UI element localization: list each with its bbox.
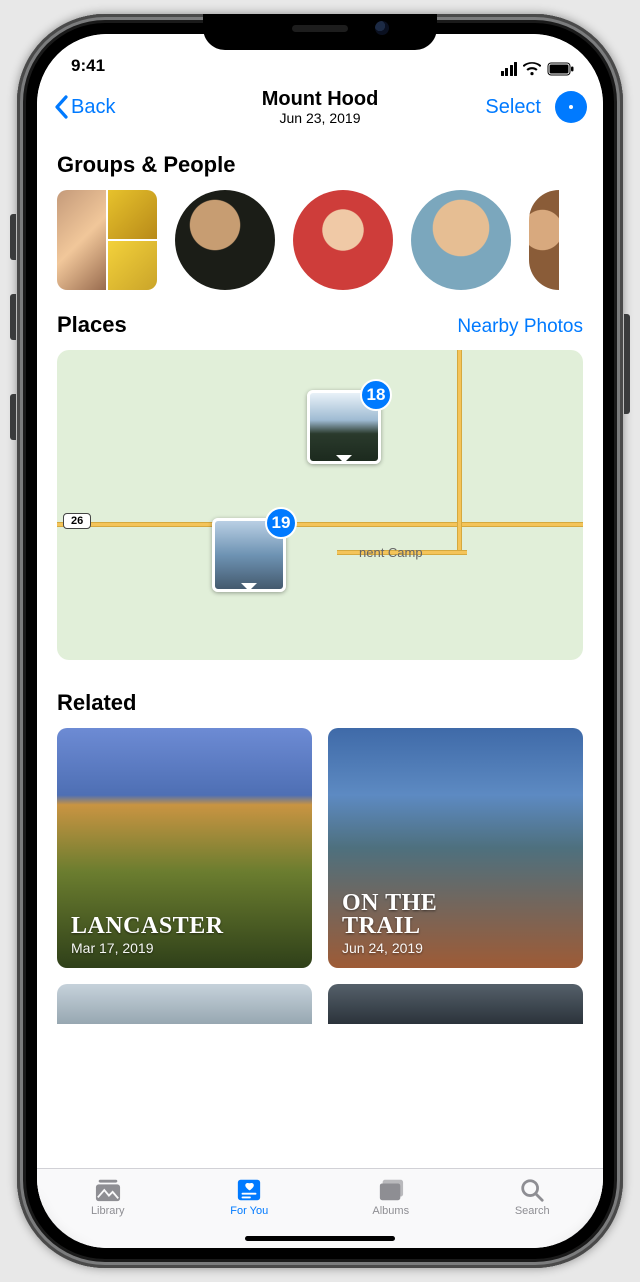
chevron-left-icon — [53, 95, 69, 119]
face-thumb — [57, 190, 106, 290]
for-you-icon — [234, 1177, 264, 1203]
memory-card[interactable] — [57, 984, 312, 1024]
memory-date: Mar 17, 2019 — [71, 940, 224, 956]
related-row: LANCASTER Mar 17, 2019 ON THE TRAIL Jun … — [37, 728, 603, 968]
person-avatar[interactable] — [175, 190, 275, 290]
tab-label: Albums — [372, 1205, 409, 1217]
tab-label: Library — [91, 1205, 125, 1217]
people-row[interactable] — [37, 190, 603, 290]
phone-screen-container: 9:41 — [37, 34, 603, 1248]
route-shield: 26 — [63, 513, 91, 529]
person-avatar[interactable] — [411, 190, 511, 290]
scroll-content[interactable]: Groups & People Places Nearby Photos — [37, 136, 603, 1168]
library-icon — [93, 1177, 123, 1203]
pin-count-badge: 19 — [265, 507, 297, 539]
memory-date: Jun 24, 2019 — [342, 940, 437, 956]
tab-search[interactable]: Search — [462, 1177, 604, 1217]
photo-map-pin[interactable]: 19 — [212, 518, 286, 592]
people-group-tile[interactable] — [57, 190, 157, 290]
ellipsis-icon — [569, 105, 573, 109]
related-title: Related — [57, 690, 136, 716]
albums-icon — [376, 1177, 406, 1203]
places-map[interactable]: 26 nent Camp 18 19 — [57, 350, 583, 660]
cellular-signal-icon — [501, 62, 518, 76]
map-road — [57, 522, 583, 527]
memory-title: LANCASTER — [71, 915, 224, 938]
face-thumb — [108, 241, 157, 290]
places-title: Places — [57, 312, 127, 338]
status-time: 9:41 — [71, 56, 105, 76]
map-road — [457, 350, 462, 550]
tab-for-you[interactable]: For You — [179, 1177, 321, 1217]
status-indicators — [501, 62, 576, 76]
tab-library[interactable]: Library — [37, 1177, 179, 1217]
photo-map-pin[interactable]: 18 — [307, 390, 381, 464]
navigation-bar: Back Mount Hood Jun 23, 2019 Select — [37, 78, 603, 136]
memory-card[interactable]: LANCASTER Mar 17, 2019 — [57, 728, 312, 968]
battery-icon — [547, 62, 575, 76]
memory-card[interactable]: ON THE TRAIL Jun 24, 2019 — [328, 728, 583, 968]
tab-albums[interactable]: Albums — [320, 1177, 462, 1217]
wifi-icon — [523, 62, 541, 76]
select-button[interactable]: Select — [485, 96, 541, 119]
back-button[interactable]: Back — [53, 95, 115, 119]
back-label: Back — [71, 96, 115, 119]
home-indicator[interactable] — [245, 1236, 395, 1241]
person-avatar[interactable] — [293, 190, 393, 290]
phone-frame: 9:41 — [17, 14, 623, 1268]
face-thumb — [108, 190, 157, 239]
search-icon — [517, 1177, 547, 1203]
tab-label: Search — [515, 1205, 550, 1217]
section-header-related: Related — [37, 660, 603, 728]
memory-title: ON THE TRAIL — [342, 892, 437, 938]
tab-label: For You — [230, 1205, 268, 1217]
pin-count-badge: 18 — [360, 379, 392, 411]
memory-card[interactable] — [328, 984, 583, 1024]
related-row-peek — [37, 968, 603, 1024]
nearby-photos-button[interactable]: Nearby Photos — [457, 316, 583, 338]
map-place-label: nent Camp — [359, 545, 423, 560]
more-button[interactable] — [555, 91, 587, 123]
section-header-people: Groups & People — [37, 144, 603, 190]
device-notch — [203, 14, 437, 50]
section-header-places: Places Nearby Photos — [37, 290, 603, 350]
person-avatar[interactable] — [529, 190, 559, 290]
